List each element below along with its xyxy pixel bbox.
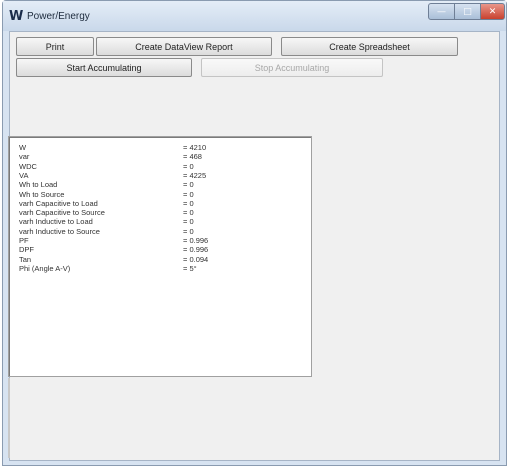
measurement-row: varh Inductive to Source = 0 [19, 227, 309, 236]
window-title: Power/Energy [27, 11, 90, 22]
start-accumulating-button[interactable]: Start Accumulating [16, 58, 192, 77]
measurement-label: Phi (Angle A-V) [19, 263, 71, 273]
measurement-row: Wh to Source = 0 [19, 190, 309, 199]
measurement-row: var = 468 [19, 152, 309, 161]
measurement-value: = 0 [183, 217, 194, 227]
measurement-value: = 0 [183, 226, 194, 236]
minimize-icon: — [437, 6, 446, 17]
measurement-row: Tan = 0.094 [19, 255, 309, 264]
measurement-label: Wh to Load [19, 180, 58, 190]
measurement-label: Wh to Source [19, 189, 65, 199]
measurements-panel: W = 4210 var = 468 WDC = 0 VA = 4225 Wh to Load =… [8, 136, 312, 377]
measurement-value: = 0 [183, 198, 194, 208]
measurement-value: = 0.094 [183, 254, 209, 264]
measurement-value: = 5° [183, 263, 197, 273]
panel-divider [8, 378, 10, 458]
app-logo-icon: W [9, 9, 24, 24]
maximize-button[interactable]: □ [454, 3, 481, 20]
close-button[interactable]: ✕ [480, 3, 505, 20]
measurement-label: WDC [19, 161, 37, 171]
measurement-label: varh Capacitive to Load [19, 198, 98, 208]
title-bar[interactable]: W Power/Energy — □ ✕ [3, 1, 506, 31]
measurement-label: varh Inductive to Load [19, 217, 93, 227]
measurement-label: DPF [19, 245, 34, 255]
close-icon: ✕ [488, 6, 497, 17]
measurement-value: = 468 [183, 152, 202, 162]
measurement-row: Wh to Load = 0 [19, 180, 309, 189]
stop-accumulating-button: Stop Accumulating [201, 58, 383, 77]
measurement-value: = 0.996 [183, 245, 209, 255]
measurement-row: varh Capacitive to Source = 0 [19, 208, 309, 217]
measurement-row: W = 4210 [19, 143, 309, 152]
measurement-row: Phi (Angle A-V) = 5° [19, 264, 309, 273]
measurement-label: VA [19, 170, 29, 180]
measurement-row: PF = 0.996 [19, 236, 309, 245]
measurement-row: varh Inductive to Load = 0 [19, 217, 309, 226]
measurement-row: WDC = 0 [19, 162, 309, 171]
measurement-value: = 4225 [183, 170, 207, 180]
measurement-value: = 0 [183, 180, 194, 190]
minimize-button[interactable]: — [428, 3, 455, 20]
measurement-value: = 0 [183, 208, 194, 218]
create-dataview-report-button[interactable]: Create DataView Report [96, 37, 272, 56]
measurement-label: Tan [19, 254, 32, 264]
create-spreadsheet-button[interactable]: Create Spreadsheet [281, 37, 458, 56]
maximize-icon: □ [463, 6, 472, 17]
measurement-label: varh Capacitive to Source [19, 208, 105, 218]
measurement-label: PF [19, 236, 29, 245]
measurement-value: = 0 [183, 189, 194, 199]
measurement-value: = 0.996 [183, 236, 209, 245]
measurement-label: var [19, 152, 30, 162]
measurement-label: varh Inductive to Source [19, 226, 100, 236]
measurement-row: VA = 4225 [19, 171, 309, 180]
measurement-value: = 4210 [183, 143, 207, 152]
measurement-row: varh Capacitive to Load = 0 [19, 199, 309, 208]
measurement-value: = 0 [183, 161, 194, 171]
measurement-label: W [19, 143, 27, 152]
print-button[interactable]: Print [16, 37, 94, 56]
measurement-row: DPF = 0.996 [19, 245, 309, 254]
